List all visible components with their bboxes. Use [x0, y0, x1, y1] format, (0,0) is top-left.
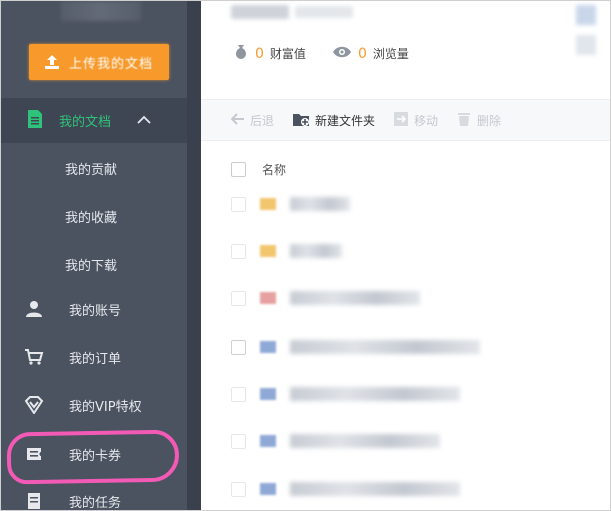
blurred-corner: [576, 5, 596, 25]
upload-document-button[interactable]: 上传我的文档: [29, 44, 169, 80]
sidebar-item-label: 我的任务: [69, 495, 122, 511]
sidebar-item-orders[interactable]: 我的订单: [23, 347, 121, 367]
word-file-icon: [260, 388, 276, 400]
sidebar-item-vip[interactable]: 我的VIP特权: [23, 395, 142, 415]
move-button[interactable]: 移动: [393, 111, 438, 130]
blurred-filename: [290, 291, 420, 305]
blurred-breadcrumb: [295, 6, 353, 18]
pdf-file-icon: [260, 292, 276, 304]
blurred-filename: [290, 340, 480, 354]
word-file-icon: [260, 341, 276, 353]
upload-button-label: 上传我的文档: [69, 56, 154, 72]
sidebar: 上传我的文档 我的文档 我的贡献 我的收藏 我的下载 我的账号 我的订单 我的V…: [1, 1, 197, 511]
upload-icon: [43, 53, 61, 71]
row-checkbox[interactable]: [231, 243, 246, 259]
folder-icon: [260, 198, 276, 210]
blurred-username: [231, 5, 289, 19]
file-row[interactable]: [231, 384, 460, 404]
sidebar-item-label: 我的订单: [69, 351, 122, 367]
user-icon: [23, 299, 45, 319]
delete-button[interactable]: 删除: [456, 111, 501, 130]
views-label: 浏览量: [372, 47, 409, 61]
sidebar-scroll-strip: [187, 1, 201, 510]
trash-icon: [456, 111, 472, 130]
sidebar-subitem-contribution[interactable]: 我的贡献: [65, 159, 117, 178]
sidebar-item-tasks[interactable]: 我的任务: [23, 491, 122, 511]
delete-label: 删除: [477, 113, 502, 128]
document-icon: [27, 109, 43, 133]
views-value: 0: [357, 45, 367, 62]
eye-icon: [332, 45, 352, 62]
sidebar-subitem-downloads[interactable]: 我的下载: [65, 255, 117, 274]
row-checkbox[interactable]: [231, 433, 246, 449]
row-checkbox[interactable]: [231, 290, 246, 306]
chevron-up-icon[interactable]: [137, 113, 151, 129]
back-button[interactable]: 后退: [230, 112, 275, 129]
word-file-icon: [260, 435, 276, 447]
app-window: 上传我的文档 我的文档 我的贡献 我的收藏 我的下载 我的账号 我的订单 我的V…: [0, 0, 611, 511]
arrow-left-icon: [230, 112, 245, 128]
money-bag-icon: [233, 43, 249, 64]
file-row[interactable]: [231, 288, 420, 308]
folder-add-icon: [292, 111, 310, 130]
file-toolbar: 后退 新建文件夹 移动 删除: [201, 99, 610, 141]
sidebar-item-account[interactable]: 我的账号: [23, 299, 121, 319]
blurred-filename: [290, 197, 350, 211]
folder-icon: [260, 245, 276, 257]
sidebar-item-label: 我的文档: [59, 115, 112, 130]
blurred-header: [61, 1, 141, 21]
new-folder-label: 新建文件夹: [315, 113, 376, 128]
select-all-checkbox[interactable]: [231, 162, 246, 177]
row-checkbox[interactable]: [231, 339, 246, 355]
back-label: 后退: [250, 113, 275, 128]
blurred-corner: [576, 35, 596, 55]
stats-bar: 0 财富值 0 浏览量: [233, 43, 409, 64]
wealth-label: 财富值: [269, 47, 306, 61]
cart-icon: [23, 347, 45, 367]
document-icon: [23, 491, 45, 510]
views-stat: 0 浏览量: [332, 45, 409, 62]
sidebar-subitem-favorites[interactable]: 我的收藏: [65, 207, 117, 226]
file-row[interactable]: [231, 337, 480, 357]
blurred-filename: [290, 387, 460, 401]
main-panel: 0 财富值 0 浏览量 后退 新建文件夹 移动 删除 名称: [201, 1, 610, 510]
new-folder-button[interactable]: 新建文件夹: [292, 111, 375, 130]
row-checkbox[interactable]: [231, 196, 246, 212]
blurred-filename: [290, 482, 460, 496]
sidebar-item-my-docs[interactable]: 我的文档: [1, 98, 197, 143]
wealth-stat: 0 财富值: [233, 43, 306, 64]
file-row[interactable]: [231, 194, 350, 214]
file-row[interactable]: [231, 241, 342, 261]
sidebar-item-label: 我的账号: [69, 303, 122, 319]
word-file-icon: [260, 483, 276, 495]
wealth-value: 0: [255, 45, 264, 62]
file-list-header: 名称: [231, 161, 286, 178]
move-label: 移动: [414, 113, 439, 128]
file-row[interactable]: [231, 431, 440, 451]
pink-highlight-circle: [6, 429, 180, 485]
blurred-filename: [290, 244, 342, 258]
diamond-icon: [23, 395, 45, 415]
sidebar-item-label: 我的VIP特权: [69, 399, 142, 415]
file-row[interactable]: [231, 479, 460, 499]
row-checkbox[interactable]: [231, 386, 246, 402]
breadcrumb: [231, 3, 353, 21]
row-checkbox[interactable]: [231, 481, 246, 497]
move-icon: [393, 111, 409, 130]
blurred-filename: [290, 434, 440, 448]
name-column-header: 名称: [262, 163, 287, 177]
